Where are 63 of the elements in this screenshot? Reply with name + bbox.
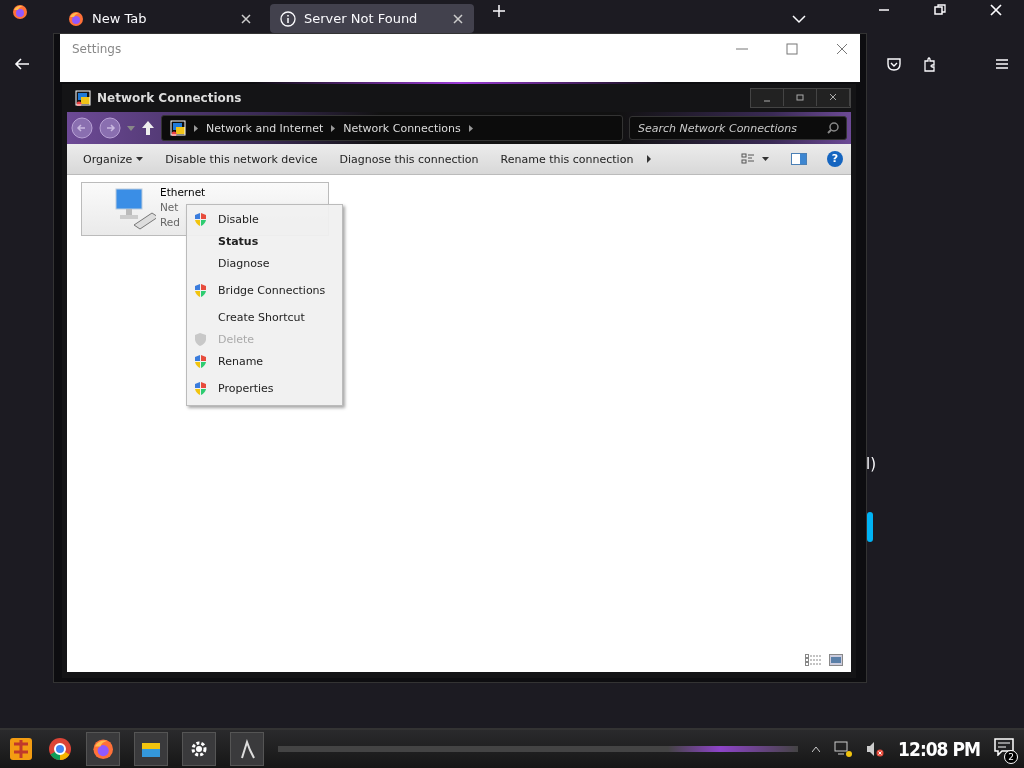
browser-tab[interactable]: Server Not Found <box>270 4 474 33</box>
chevron-right-icon[interactable] <box>194 124 198 132</box>
forward-icon[interactable] <box>99 117 121 139</box>
toolbar-button[interactable]: Disable this network device <box>157 148 326 170</box>
firefox-icon[interactable] <box>12 4 28 20</box>
firefox-icon <box>92 738 114 760</box>
page-button-edge[interactable] <box>867 512 873 542</box>
chevron-down-icon[interactable] <box>792 14 806 24</box>
network-folder-icon <box>170 120 186 136</box>
menu-item[interactable]: Status <box>189 230 340 252</box>
search-field[interactable]: Search Network Connections <box>629 116 847 140</box>
file-explorer-button[interactable] <box>134 732 168 766</box>
window-title: Network Connections <box>97 91 243 105</box>
up-arrow-icon[interactable] <box>141 120 155 136</box>
adapter-name: Red <box>160 215 181 230</box>
menu-item[interactable]: Disable <box>189 208 340 230</box>
large-icons-view-icon[interactable] <box>829 654 843 666</box>
settings-button[interactable] <box>182 732 216 766</box>
browser-tab[interactable]: New Tab <box>58 4 262 33</box>
search-icon[interactable] <box>827 122 839 134</box>
view-options-icon[interactable] <box>741 153 769 165</box>
connection-name: Ethernet <box>160 185 206 200</box>
toolbar-button[interactable]: Organize <box>75 148 152 170</box>
restore-icon[interactable] <box>934 4 946 16</box>
chrome-icon[interactable] <box>48 737 72 761</box>
clock[interactable]: 12:08 PM <box>898 738 980 760</box>
menu-item[interactable]: Bridge Connections <box>189 279 340 301</box>
menu-item[interactable]: Diagnose <box>189 252 340 274</box>
toolbar-button[interactable]: Rename this connection <box>492 148 642 170</box>
details-view-icon[interactable] <box>805 654 821 666</box>
network-folder-icon <box>75 90 91 106</box>
breadcrumb-item[interactable]: Network Connections <box>343 121 461 135</box>
maximize-icon[interactable] <box>786 43 798 55</box>
menu-item[interactable]: Create Shortcut <box>189 306 340 328</box>
computer-network-icon <box>112 185 156 231</box>
menu-item[interactable]: Rename <box>189 350 340 372</box>
puzzle-icon[interactable] <box>922 56 938 72</box>
chevron-right-icon[interactable] <box>647 155 652 163</box>
speaker-muted-icon[interactable] <box>866 741 885 757</box>
breadcrumb-item[interactable]: Network and Internet <box>206 121 324 135</box>
notification-count: 2 <box>1004 750 1018 764</box>
page-text: l) <box>866 455 877 473</box>
help-button[interactable]: ? <box>827 151 843 167</box>
menu-icon[interactable] <box>994 56 1010 72</box>
connection-status: Net <box>160 200 180 215</box>
caret-icon <box>136 157 144 161</box>
toolbar-button[interactable]: Diagnose this connection <box>331 148 487 170</box>
chevron-right-icon[interactable] <box>331 124 336 132</box>
window-title: Settings <box>72 42 123 56</box>
back-icon[interactable] <box>14 56 30 72</box>
menu-item[interactable]: Properties <box>189 377 340 399</box>
firefox-button[interactable] <box>86 732 120 766</box>
new-tab-icon[interactable] <box>492 4 506 18</box>
pocket-icon[interactable] <box>886 56 902 72</box>
info-icon <box>280 10 296 27</box>
address-bar[interactable]: Network and Internet Network Connections <box>161 115 623 141</box>
chevron-up-icon[interactable] <box>812 746 821 752</box>
chevron-right-icon[interactable] <box>468 124 473 132</box>
preview-pane-icon[interactable] <box>791 153 807 165</box>
start-logo-icon[interactable] <box>8 736 34 762</box>
network-icon[interactable] <box>834 741 853 757</box>
app-button[interactable] <box>230 732 264 766</box>
firefox-icon <box>68 10 84 27</box>
